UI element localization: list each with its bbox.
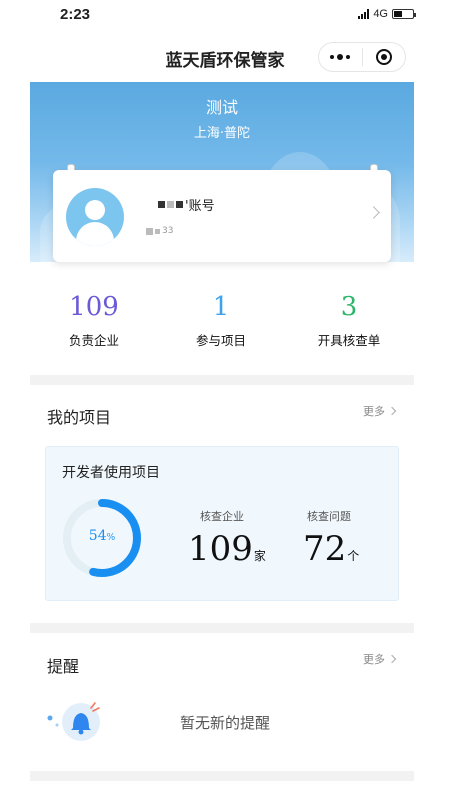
chevron-right-icon [387,406,397,416]
battery-icon [392,9,416,19]
more-label: 更多 [363,405,385,418]
more-label: 更多 [363,653,385,666]
bell-icon [47,702,100,741]
reminders-section-title: 提醒 [47,657,80,676]
stat-value: 3 [340,292,358,322]
redacted-block [155,228,160,234]
avatar[interactable] [66,188,124,246]
avatar-body [76,222,114,246]
stat-label: 参与项目 [195,333,246,348]
target-circle-icon [375,49,392,65]
redacted-block [146,227,153,235]
account-name-text: '账号 [185,199,215,214]
metric-value-companies: 109 家 [188,530,266,575]
network-type: 4G [373,8,388,20]
section-divider [30,375,414,385]
more-menu-button[interactable] [319,43,362,71]
project-name: 测试 [205,98,238,117]
redacted-block [176,201,183,208]
status-time: 2:23 [60,6,91,23]
progress-unit: % [106,533,116,543]
stat-value: 109 [69,292,119,322]
stat-projects[interactable]: 1 参与项目 [161,292,281,349]
location-label: 上海·普陀 [193,126,251,141]
metric-value: 109 [188,529,253,569]
stat-label: 负责企业 [68,333,119,348]
chevron-right-icon [387,654,397,664]
metric-value-issues: 72 个 [303,530,359,575]
redacted-block [167,201,174,208]
more-dots-icon [330,54,351,60]
stat-value: 1 [212,292,230,322]
stat-inspection-orders[interactable]: 3 开具核查单 [289,292,409,349]
section-divider [30,771,414,781]
account-subtitle: 33 [146,226,173,236]
account-name: '账号 [158,195,215,214]
signal-icon [358,9,370,19]
avatar-head [85,200,105,220]
projects-section-title: 我的项目 [47,408,112,427]
metric-label: 核查问题 [307,510,351,523]
reminders-more-link[interactable]: 更多 [363,651,397,667]
redacted-block [158,201,165,208]
stat-label: 开具核查单 [317,333,381,348]
metric-unit: 家 [253,549,266,563]
close-capsule-button[interactable] [363,43,406,71]
status-indicators: 4G [358,8,416,20]
mini-program-capsule [318,42,406,72]
metric-label: 核查企业 [200,510,244,523]
account-subtitle-text: 33 [162,226,174,236]
metric-value: 72 [303,529,347,569]
section-divider [30,623,414,633]
metric-unit: 个 [347,549,360,563]
progress-percent: 54% [61,528,143,544]
progress-value: 54 [88,528,107,544]
stat-responsible-companies[interactable]: 109 负责企业 [34,292,154,349]
empty-reminders-text: 暂无新的提醒 [180,714,271,732]
projects-more-link[interactable]: 更多 [363,403,397,419]
battery-level [394,11,403,17]
project-card-title: 开发者使用项目 [62,465,160,481]
